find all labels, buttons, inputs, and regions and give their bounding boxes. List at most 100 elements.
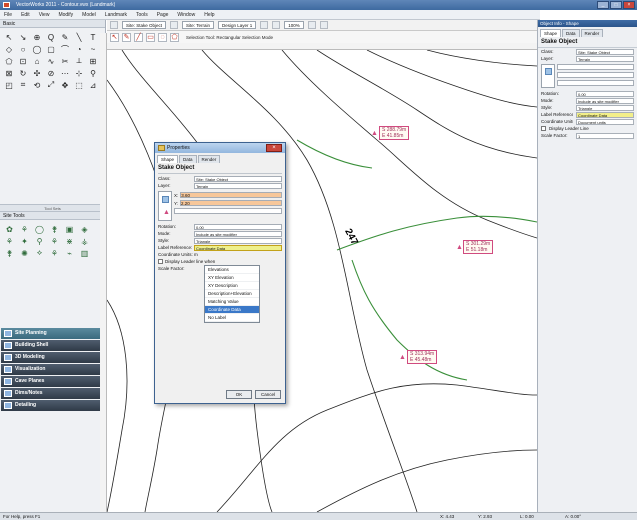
basic-tool-icon[interactable]: Q: [45, 32, 57, 42]
stake-label-1[interactable]: S 288.79m E 41.85m: [379, 126, 410, 140]
basic-tool-icon[interactable]: ↖: [3, 32, 15, 42]
dialog-mode-dropdown[interactable]: Include as site modifier: [194, 230, 282, 237]
class-field[interactable]: Site: Stake Object: [576, 48, 634, 55]
dialog-x-field[interactable]: 3.60: [180, 192, 282, 198]
basic-tool-icon[interactable]: ⌒: [59, 44, 71, 54]
option-item[interactable]: XY Description: [205, 282, 259, 290]
display-leader-checkbox[interactable]: [541, 126, 546, 131]
menu-file[interactable]: File: [4, 12, 12, 18]
basic-tool-icon[interactable]: ⌂: [31, 56, 43, 66]
dialog-rotation-field[interactable]: 0.00: [194, 223, 282, 230]
class-icon[interactable]: [110, 21, 118, 29]
stake-marker-icon[interactable]: ▲: [399, 354, 406, 361]
stake-marker-icon[interactable]: ▲: [456, 244, 463, 251]
close-button[interactable]: ×: [623, 1, 635, 9]
stake-marker-icon[interactable]: ▲: [371, 130, 378, 137]
minimize-button[interactable]: _: [597, 1, 609, 9]
basic-tool-icon[interactable]: ◔: [73, 44, 85, 54]
menu-modify[interactable]: Modify: [58, 12, 73, 18]
site-tool-icon[interactable]: ✺: [18, 248, 31, 258]
basic-tool-icon[interactable]: ⟂: [73, 56, 85, 66]
basic-tool-icon[interactable]: T: [87, 32, 99, 42]
line-tool-icon[interactable]: ╱: [134, 32, 143, 42]
basic-tool-icon[interactable]: ⊹: [73, 68, 85, 78]
site-tool-icon[interactable]: ⚶: [78, 236, 91, 246]
site-tool-icon[interactable]: ◈: [78, 224, 91, 234]
basic-tool-icon[interactable]: ⊠: [3, 68, 15, 78]
palette-dims-notes[interactable]: Dims/Notes: [1, 388, 104, 399]
projection-icon[interactable]: [319, 21, 328, 29]
menu-edit[interactable]: Edit: [21, 12, 30, 18]
cancel-button[interactable]: Cancel: [255, 390, 281, 399]
palette-detailing[interactable]: Detailing: [1, 400, 104, 411]
basic-tool-icon[interactable]: ◯: [31, 44, 43, 54]
tab-render[interactable]: Render: [580, 29, 604, 37]
arrow-select-icon[interactable]: ↖: [110, 32, 119, 42]
site-tool-icon[interactable]: ▥: [78, 248, 91, 258]
basic-tool-icon[interactable]: ○: [17, 44, 29, 54]
dialog-tab-render[interactable]: Render: [197, 155, 221, 163]
menu-page[interactable]: Page: [157, 12, 169, 18]
site-tool-icon[interactable]: ⌁: [63, 248, 76, 258]
basic-tool-icon[interactable]: ⊕: [31, 32, 43, 42]
basic-tool-icon[interactable]: ◇: [3, 44, 15, 54]
basic-tool-icon[interactable]: ✣: [31, 68, 43, 78]
menu-window[interactable]: Window: [177, 12, 195, 18]
basic-tool-icon[interactable]: ⤢: [45, 80, 57, 90]
site-tool-icon[interactable]: ⚘: [18, 224, 31, 234]
site-tool-icon[interactable]: ⚵: [48, 224, 61, 234]
option-item[interactable]: Description+Elevation: [205, 290, 259, 298]
basic-tool-icon[interactable]: ✂: [59, 56, 71, 66]
coordinate-units-dropdown[interactable]: Document units: [576, 118, 634, 125]
class-dropdown[interactable]: Site: Stake Object: [122, 21, 167, 29]
site-tool-icon[interactable]: ⟡: [33, 248, 46, 258]
menu-help[interactable]: Help: [204, 12, 214, 18]
zoom-in-icon[interactable]: [260, 21, 269, 29]
style-dropdown[interactable]: Triangle: [576, 104, 634, 111]
dialog-label-reference-dropdown[interactable]: Coordinate Data: [194, 244, 282, 251]
basic-tool-icon[interactable]: ⬠: [3, 56, 15, 66]
site-tool-icon[interactable]: ⚲: [33, 236, 46, 246]
site-tool-icon[interactable]: ⚵: [3, 248, 16, 258]
dialog-coordinate-units[interactable]: m: [194, 252, 198, 257]
polygon-icon[interactable]: ⬠: [170, 32, 179, 42]
palette-site-planning[interactable]: Site Planning: [1, 328, 104, 339]
basic-tool-icon[interactable]: ~: [87, 44, 99, 54]
option-item[interactable]: Matching Value: [205, 298, 259, 306]
palette-visualization[interactable]: Visualization: [1, 364, 104, 375]
palette-3d-modeling[interactable]: 3D Modeling: [1, 352, 104, 363]
option-item[interactable]: XY Elevation: [205, 274, 259, 282]
basic-tool-icon[interactable]: ⊡: [17, 56, 29, 66]
option-item[interactable]: Elevations: [205, 266, 259, 274]
basic-tool-icon[interactable]: ▢: [45, 44, 57, 54]
scale-factor-field[interactable]: 1: [576, 132, 634, 139]
rotation-field[interactable]: 0.00: [576, 90, 634, 97]
dialog-style-dropdown[interactable]: Triangle: [194, 237, 282, 244]
z-field[interactable]: [557, 80, 634, 86]
site-tool-icon[interactable]: ▣: [63, 224, 76, 234]
layer-dropdown[interactable]: Site: Terrain: [182, 21, 214, 29]
dialog-tab-shape[interactable]: Shape: [157, 155, 179, 163]
site-tool-icon[interactable]: ⚘: [3, 236, 16, 246]
basic-tool-icon[interactable]: ⋯: [59, 68, 71, 78]
rect-select-icon[interactable]: ▭: [146, 32, 155, 42]
layer-field[interactable]: Terrain: [576, 55, 634, 62]
dialog-y-field[interactable]: 2.20: [180, 200, 282, 206]
basic-tool-icon[interactable]: ✎: [59, 32, 71, 42]
menu-view[interactable]: View: [39, 12, 50, 18]
menu-landmark[interactable]: Landmark: [105, 12, 127, 18]
reference-point-icon[interactable]: ▲: [158, 191, 172, 221]
zoom-field[interactable]: 100%: [284, 21, 304, 29]
dialog-layer-field[interactable]: Terrain: [194, 182, 282, 189]
basic-tool-icon[interactable]: ⬚: [73, 80, 85, 90]
option-item[interactable]: Coordinate Data: [205, 306, 259, 314]
basic-tool-icon[interactable]: ↻: [17, 68, 29, 78]
site-tool-icon[interactable]: ⚘: [48, 248, 61, 258]
basic-tool-icon[interactable]: ⊞: [87, 56, 99, 66]
dialog-tab-data[interactable]: Data: [179, 155, 197, 163]
basic-tool-icon[interactable]: ⊿: [87, 80, 99, 90]
layer-icon[interactable]: [170, 21, 179, 29]
site-tool-icon[interactable]: ✦: [18, 236, 31, 246]
basic-tool-icon[interactable]: ✥: [59, 80, 71, 90]
basic-tool-icon[interactable]: ⌗: [17, 80, 29, 90]
